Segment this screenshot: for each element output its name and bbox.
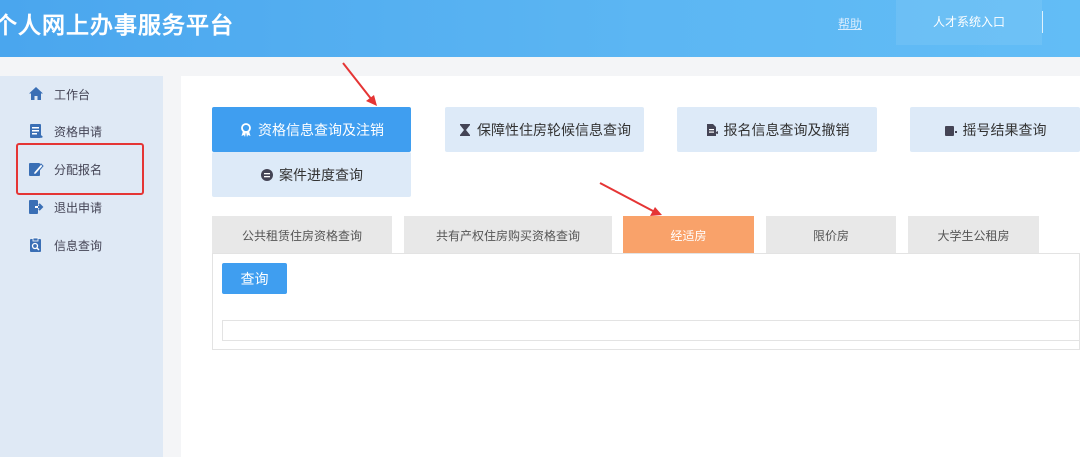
document-icon [28,123,44,139]
lottery-icon [944,123,958,137]
sidebar-item-label: 退出申请 [54,200,103,215]
tab-economic-housing[interactable]: 经适房 [623,216,754,254]
category-qualification-query[interactable]: 资格信息查询及注销 [212,107,411,152]
hourglass-icon [458,123,472,137]
award-icon [239,122,253,137]
clipboard-search-icon [28,237,44,253]
category-label: 资格信息查询及注销 [258,122,384,139]
app-title: 个人网上办事服务平台 [0,13,234,39]
progress-icon [260,168,274,182]
header-divider [1042,11,1043,33]
file-edit-icon [705,123,719,137]
header-spacer [0,57,1080,76]
home-icon [28,86,44,102]
tab-price-limited-housing[interactable]: 限价房 [766,216,896,254]
talent-system-entry[interactable]: 人才系统入口 [896,0,1042,45]
category-signup-query[interactable]: 报名信息查询及撤销 [677,107,877,152]
highlight-box-info-query [16,143,144,195]
sidebar-item-label: 资格申请 [54,124,103,139]
category-label: 案件进度查询 [279,167,363,184]
query-button[interactable]: 查询 [222,263,287,294]
category-housing-waitlist-query[interactable]: 保障性住房轮候信息查询 [445,107,644,152]
sidebar-item-workbench[interactable]: 工作台 [28,82,90,106]
top-header: 个人网上办事服务平台 帮助 人才系统入口 [0,0,1080,57]
sidebar-item-label: 工作台 [54,87,91,102]
category-label: 报名信息查询及撤销 [723,122,850,139]
category-label: 保障性住房轮候信息查询 [477,122,631,139]
tab-graduate-rental[interactable]: 大学生公租房 [908,216,1039,254]
category-label: 摇号结果查询 [962,122,1047,139]
sidebar: 工作台 资格申请 分配报名 退出申请 信息查询 [0,76,163,457]
tab-public-rental[interactable]: 公共租赁住房资格查询 [212,216,392,254]
exit-icon [28,199,44,215]
category-lottery-result[interactable]: 摇号结果查询 [910,107,1080,152]
help-link[interactable]: 帮助 [838,15,862,32]
sidebar-item-info-query[interactable]: 信息查询 [28,233,102,257]
category-case-progress[interactable]: 案件进度查询 [212,152,411,197]
sidebar-item-label: 信息查询 [54,238,103,253]
sidebar-item-qualification-apply[interactable]: 资格申请 [28,119,102,143]
tab-shared-ownership[interactable]: 共有产权住房购买资格查询 [404,216,612,254]
sidebar-item-exit-apply[interactable]: 退出申请 [28,195,102,219]
result-area [222,320,1080,341]
